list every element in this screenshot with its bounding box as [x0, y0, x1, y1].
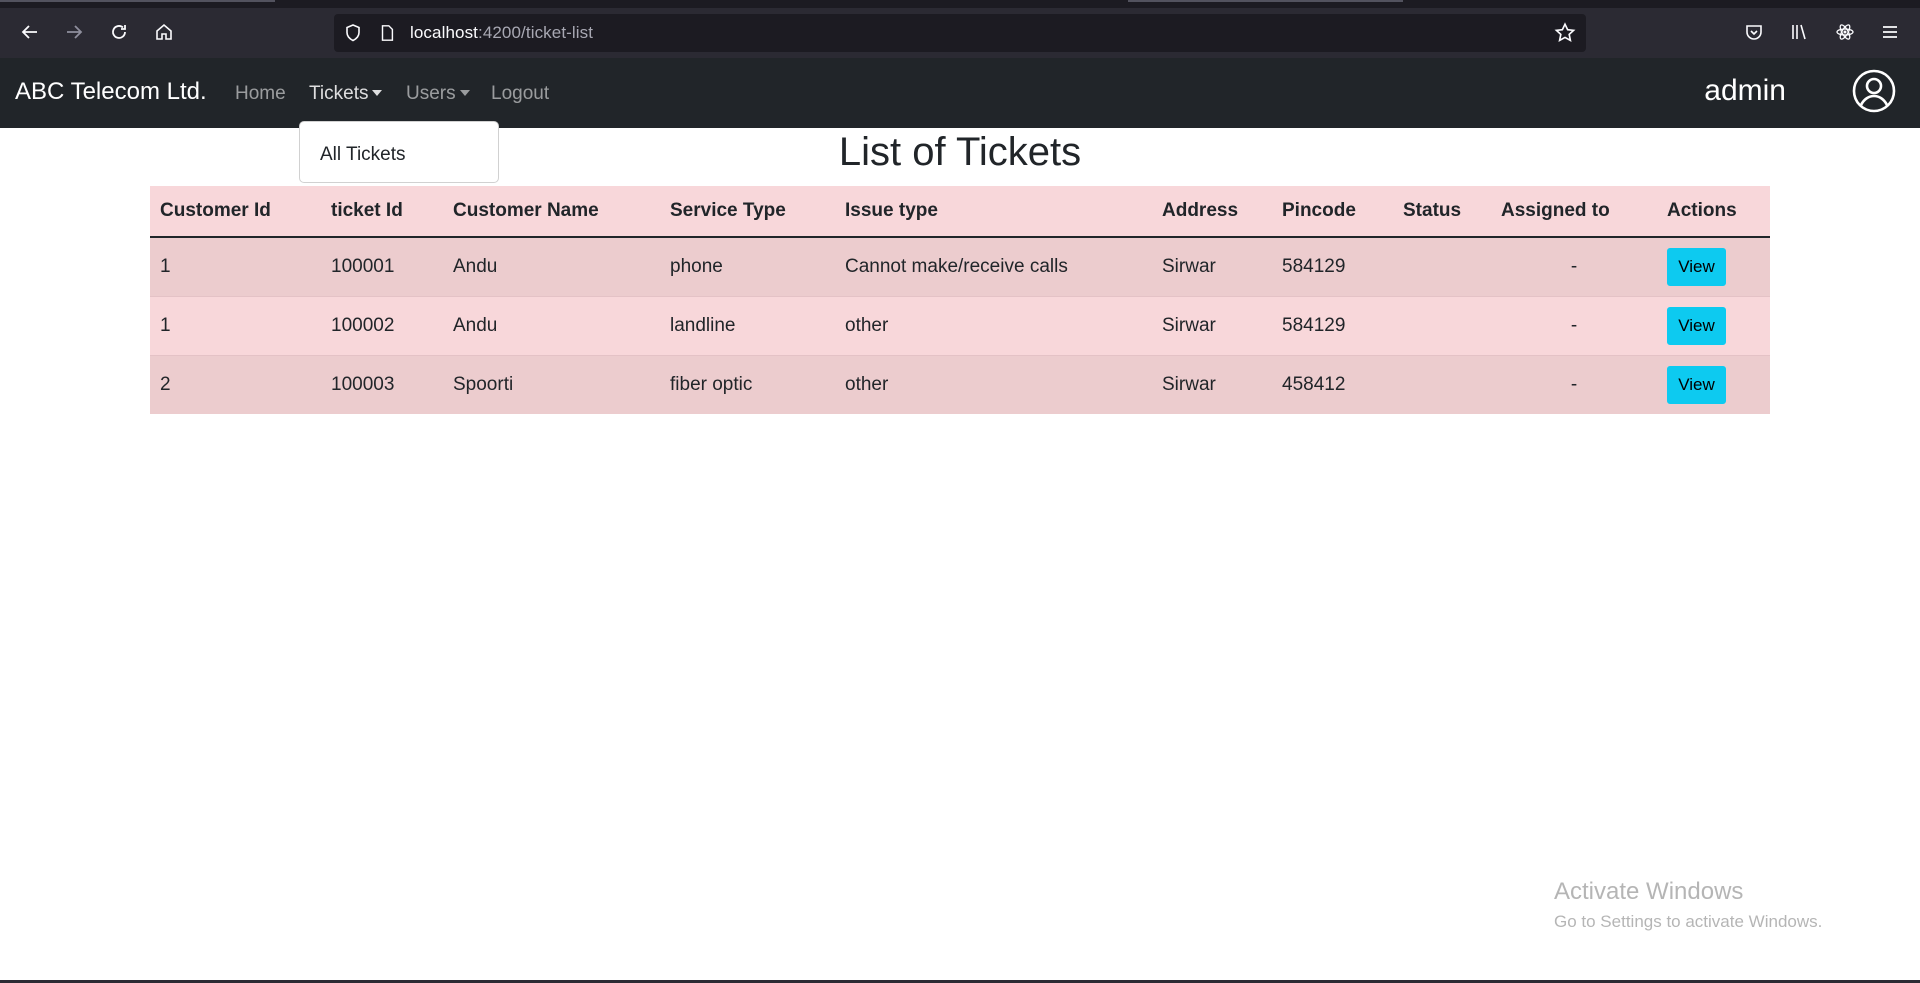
column-header: ticket Id	[321, 186, 443, 238]
app-navbar: ABC Telecom Ltd. Home Tickets Users Logo…	[0, 58, 1920, 128]
nav-users-label: Users	[406, 83, 456, 104]
cell-customer-id: 1	[150, 236, 321, 296]
menu-icon[interactable]	[1874, 16, 1906, 48]
back-icon[interactable]	[14, 16, 46, 48]
library-icon[interactable]	[1783, 16, 1815, 48]
tickets-table: Customer Id ticket Id Customer Name Serv…	[150, 186, 1770, 414]
column-header: Service Type	[660, 186, 835, 238]
cell-service-type: landline	[660, 295, 835, 355]
react-devtools-icon[interactable]	[1829, 16, 1861, 48]
table-row: 1 100001 Andu phone Cannot make/receive …	[150, 236, 1770, 296]
view-button[interactable]: View	[1667, 247, 1726, 286]
table-row: 2 100003 Spoorti fiber optic other Sirwa…	[150, 354, 1770, 414]
cell-issue-type: Cannot make/receive calls	[835, 236, 1152, 296]
cell-address: Sirwar	[1152, 236, 1272, 296]
url-host: localhost	[410, 23, 478, 42]
brand-link[interactable]: ABC Telecom Ltd.	[15, 78, 207, 106]
tab-strip	[0, 0, 1920, 8]
page-title: List of Tickets	[838, 130, 1082, 174]
column-header: Address	[1152, 186, 1272, 238]
nav-home[interactable]: Home	[235, 83, 286, 105]
cell-customer-name: Spoorti	[443, 354, 660, 414]
column-header: Assigned to	[1491, 186, 1657, 238]
tab-indicator	[0, 0, 275, 2]
activate-windows-title: Activate Windows	[1554, 878, 1744, 905]
shield-icon[interactable]	[342, 22, 364, 44]
username-label: admin	[1704, 74, 1786, 107]
nav-tickets-dropdown[interactable]: Tickets	[309, 83, 383, 105]
column-header: Customer Name	[443, 186, 660, 238]
table-row: 1 100002 Andu landline other Sirwar 5841…	[150, 295, 1770, 355]
url-bar[interactable]: localhost:4200/ticket-list	[334, 14, 1586, 52]
cell-issue-type: other	[835, 354, 1152, 414]
cell-pincode: 458412	[1272, 354, 1393, 414]
cell-ticket-id: 100003	[321, 354, 443, 414]
column-header: Issue type	[835, 186, 1152, 238]
cell-actions: View	[1657, 295, 1770, 355]
forward-icon[interactable]	[58, 16, 90, 48]
cell-issue-type: other	[835, 295, 1152, 355]
bookmark-star-icon[interactable]	[1554, 22, 1576, 49]
cell-actions: View	[1657, 236, 1770, 296]
nav-users-dropdown[interactable]: Users	[406, 83, 470, 105]
cell-customer-name: Andu	[443, 295, 660, 355]
cell-pincode: 584129	[1272, 295, 1393, 355]
cell-ticket-id: 100002	[321, 295, 443, 355]
cell-address: Sirwar	[1152, 354, 1272, 414]
tickets-dropdown-menu: All Tickets	[299, 121, 499, 183]
caret-down-icon	[459, 90, 470, 96]
view-button[interactable]: View	[1667, 306, 1726, 345]
cell-pincode: 584129	[1272, 236, 1393, 296]
caret-down-icon	[372, 90, 383, 96]
column-header: Pincode	[1272, 186, 1393, 238]
cell-assigned-to: -	[1491, 295, 1657, 355]
cell-ticket-id: 100001	[321, 236, 443, 296]
user-avatar-icon[interactable]	[1851, 68, 1897, 114]
cell-service-type: phone	[660, 236, 835, 296]
cell-status	[1393, 295, 1491, 355]
cell-service-type: fiber optic	[660, 354, 835, 414]
pocket-icon[interactable]	[1738, 16, 1770, 48]
cell-address: Sirwar	[1152, 295, 1272, 355]
home-icon[interactable]	[148, 16, 180, 48]
browser-toolbar: localhost:4200/ticket-list	[0, 0, 1920, 58]
view-button[interactable]: View	[1667, 365, 1726, 404]
cell-actions: View	[1657, 354, 1770, 414]
cell-customer-id: 2	[150, 354, 321, 414]
column-header: Customer Id	[150, 186, 321, 238]
cell-assigned-to: -	[1491, 354, 1657, 414]
column-header: Actions	[1657, 186, 1770, 238]
cell-assigned-to: -	[1491, 236, 1657, 296]
cell-customer-id: 1	[150, 295, 321, 355]
page-icon[interactable]	[376, 22, 398, 44]
cell-status	[1393, 236, 1491, 296]
table-header-row: Customer Id ticket Id Customer Name Serv…	[150, 186, 1770, 238]
nav-tickets-label: Tickets	[309, 83, 369, 104]
activate-windows-subtitle: Go to Settings to activate Windows.	[1554, 912, 1823, 931]
cell-status	[1393, 354, 1491, 414]
cell-customer-name: Andu	[443, 236, 660, 296]
url-text[interactable]: localhost:4200/ticket-list	[410, 23, 593, 43]
reload-icon[interactable]	[103, 16, 135, 48]
column-header: Status	[1393, 186, 1491, 238]
nav-logout[interactable]: Logout	[491, 83, 549, 105]
url-path: :4200/ticket-list	[478, 23, 594, 42]
tab-indicator	[1128, 0, 1403, 2]
dropdown-item-all-tickets[interactable]: All Tickets	[320, 144, 406, 166]
